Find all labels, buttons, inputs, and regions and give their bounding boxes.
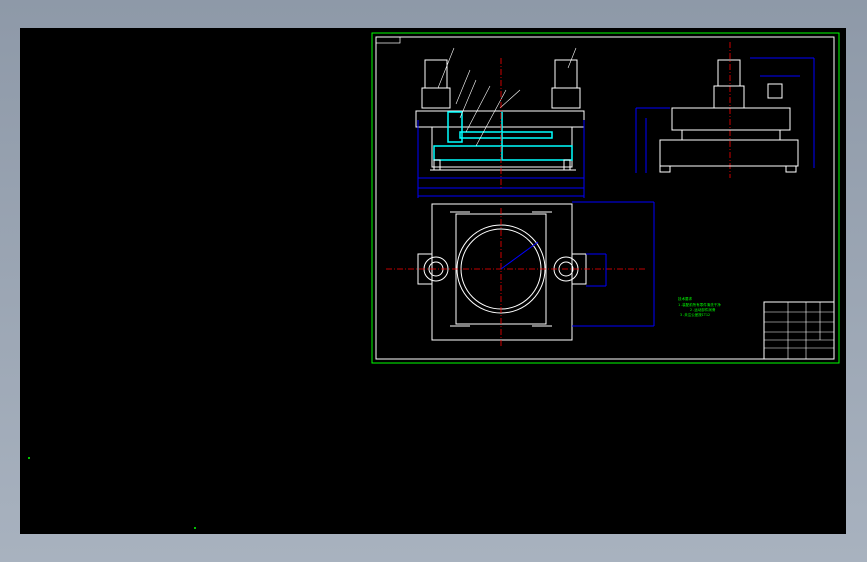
top-plate [415,110,585,128]
stray-point [28,457,30,459]
note-line-1: 1.装配前所有零件清洗干净 [678,302,721,307]
motor-right [554,59,578,89]
stray-point [194,527,196,529]
sheet-outer-frame [371,32,840,364]
front-view [415,47,585,198]
title-block [763,301,835,360]
base-plate [431,203,573,341]
cad-drawing: 技术要求 1.装配前所有零件清洗干净 2.运动部件润滑 3.未注公差按IT12 [28,32,840,529]
note-line-3: 3.未注公差按IT12 [680,312,710,317]
sheet-inner-frame [375,36,835,360]
drawing-number-box [375,36,401,44]
highlighted-beam [433,145,573,161]
note-line-2: 2.运动部件润滑 [690,307,716,312]
note-title: 技术要求 [678,296,692,301]
cad-viewport[interactable]: 技术要求 1.装配前所有零件清洗干净 2.运动部件润滑 3.未注公差按IT12 [20,28,846,534]
side-view [635,42,815,178]
technical-notes: 技术要求 1.装配前所有零件清洗干净 2.运动部件润滑 3.未注公差按IT12 [678,296,721,317]
top-view [386,201,655,346]
